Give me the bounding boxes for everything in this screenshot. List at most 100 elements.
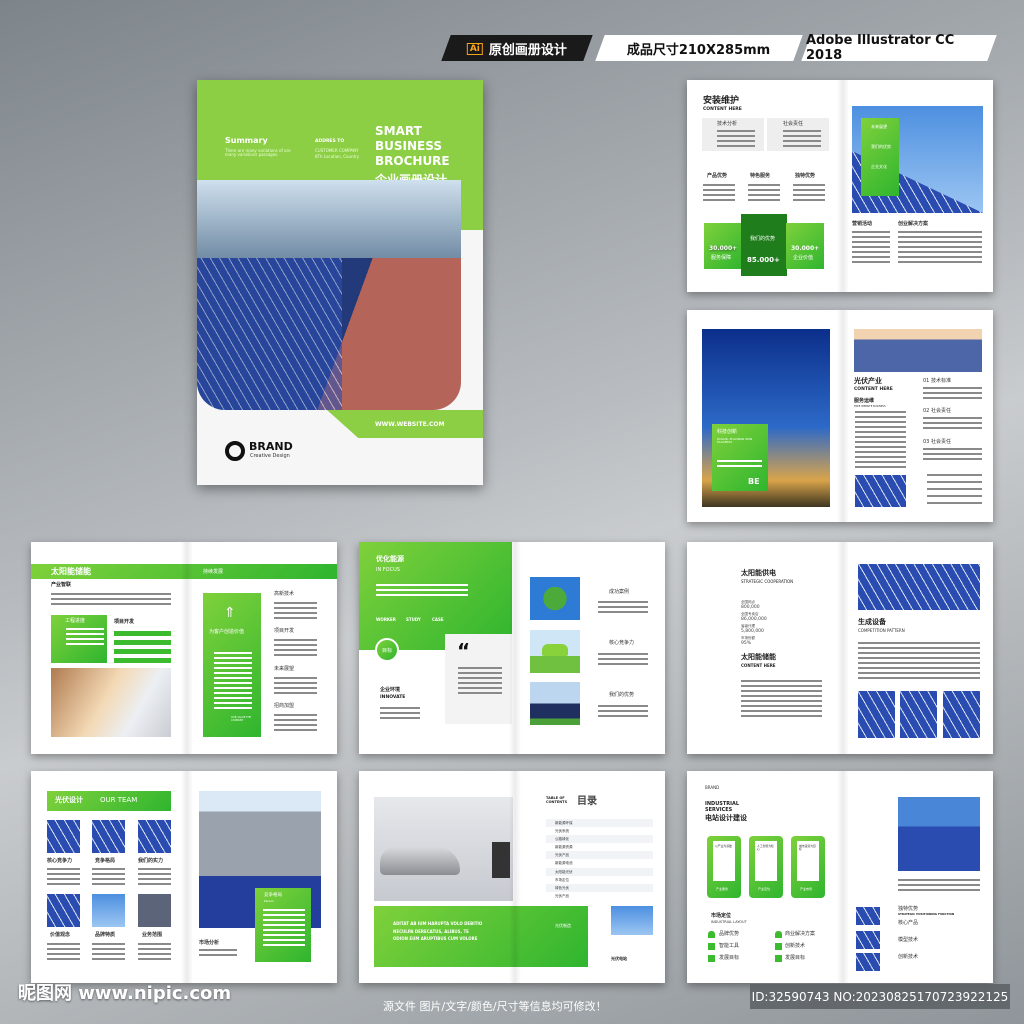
feature-label: 特色服务: [750, 173, 771, 179]
spread-title-cn: 电站设计建设: [705, 814, 747, 822]
banner-subtitle: OUR TEAM: [100, 796, 138, 804]
stat-label: 我们的优势: [750, 236, 776, 242]
solar-snow-photo: [858, 564, 980, 610]
layout-item: 发展目标: [785, 955, 806, 961]
size-tag: 成品尺寸210X285mm: [595, 35, 803, 61]
station-photo: [611, 906, 653, 935]
goal-circle: 目标: [375, 638, 399, 662]
team-label: 竞争格局: [95, 858, 116, 864]
business-photo: [51, 668, 171, 737]
solar-photo: [900, 691, 937, 738]
card-subtitle: Person: [264, 899, 275, 903]
section-sub: INNOVATE: [380, 695, 406, 700]
spread-subtitle: CONTENT HERE: [703, 107, 742, 112]
spread-title-en: INDUSTRIAL SERVICES: [705, 801, 740, 813]
stat-value: 85.000+: [747, 256, 780, 264]
tab-label: STUDY: [406, 617, 421, 622]
toc-item[interactable]: 光伏系统: [546, 827, 653, 835]
layout-item: 商业解决方案: [785, 931, 816, 937]
team-photo: [138, 894, 171, 927]
toc-item[interactable]: 绿色光伏: [546, 883, 653, 892]
layout-item: 品牌优势: [719, 931, 740, 937]
section-subtitle: STRATEGIC POSITIONING FUNCTION: [898, 912, 955, 916]
thumb-photo: [856, 931, 880, 949]
section-title: 产业智联: [51, 582, 72, 588]
toc-item[interactable]: 公路绿化: [546, 835, 653, 844]
stat-label: 服务保障: [711, 255, 732, 261]
list-title: 我们的优势: [609, 692, 635, 698]
solar-photo: [858, 691, 895, 738]
electric-car-photo: [374, 797, 513, 901]
spread-subtitle: STRATEGIC COOPERATION: [741, 579, 794, 584]
spread-energy-focus: 优化能源 IN FOCUS WORKER STUDY CASE 目标 “ 企业环…: [359, 542, 665, 754]
section-subtitle: COMPETITION PATTERN: [858, 628, 905, 633]
toc-item[interactable]: 新能源资源: [546, 843, 653, 851]
address-line: 8Th Location, Country: [315, 154, 360, 159]
team-label: 我们的实力: [138, 858, 164, 864]
card-foot: 产业服务: [716, 887, 729, 891]
list-title: 高新技术: [274, 591, 295, 597]
size-label: 成品尺寸210X285mm: [627, 42, 771, 58]
overlay-item: 企业文化: [871, 164, 887, 169]
section-title: 企业环境: [380, 687, 401, 693]
toc-item[interactable]: 太阳能光伏: [546, 867, 653, 876]
list-title: 招商加盟: [274, 703, 295, 709]
solar-photo: [943, 691, 980, 738]
section-title: 项目开发: [114, 619, 135, 625]
solar-sky-photo: [898, 797, 980, 871]
summary-title: Summary: [225, 136, 268, 145]
solar-panel-photo: [855, 475, 906, 507]
overlay-item: 未来展望: [871, 124, 887, 129]
stat-label: 企业价值: [793, 255, 814, 261]
numbered-item: 03 社会责任: [923, 439, 951, 445]
stat-value: 30.000+: [791, 245, 820, 252]
brand-name: BRAND: [249, 440, 293, 453]
software-label: Adobe Illustrator CC 2018: [806, 33, 955, 63]
toc-item[interactable]: 新能源环保: [546, 819, 653, 828]
card-label: 社会责任: [783, 121, 804, 127]
illustrator-icon: Ai: [466, 42, 484, 54]
list-title: 项目开发: [274, 628, 295, 634]
stat-value: 30.000+: [709, 245, 738, 252]
website-link[interactable]: WWW.WEBSITE.COM: [375, 421, 444, 429]
spread-title: 光伏产业: [854, 377, 882, 385]
design-label: 原创画册设计: [489, 42, 568, 58]
quote-icon: “: [457, 639, 471, 663]
team-label: 核心竞争力: [47, 858, 73, 864]
brand-mini: BRAND: [705, 785, 720, 790]
spread-contents: ADITAT AB IUM HARUPTA VOLO DEBITIO NECUL…: [359, 771, 665, 983]
spread-maintenance: 安装维护 CONTENT HERE 技术分析 社会责任 产品优势 特色服务 独特…: [687, 80, 993, 292]
toc-title-en: TABLE OF CONTENTS: [546, 796, 568, 804]
image-id: ID:32590743 NO:20230825170723922125: [750, 984, 1010, 1009]
layout-item: 发展目标: [719, 955, 740, 961]
team-label: 品牌特质: [95, 932, 116, 938]
spread-solar-storage: 太阳能储能 持续发展 产业智联 工程进度 项目开发 ⇑ 为客户创造价值 OUR …: [31, 542, 337, 754]
brochure-cover: Summary There are many variations of are…: [197, 80, 483, 485]
row-title: 创新技术: [898, 954, 919, 960]
side-label: 光伏制造: [555, 923, 571, 928]
banner-title: 光伏设计: [55, 796, 83, 804]
brand-sub: Creative Design: [250, 453, 290, 459]
rocket-icon: ⇑: [224, 605, 236, 621]
toc-item[interactable]: 市场定位: [546, 876, 653, 884]
spread-title: 优化能源: [376, 555, 404, 563]
team-photo: [47, 820, 80, 853]
electric-car-photo: [530, 630, 580, 673]
section-subtitle: INDUSTRIAL LAYOUT: [711, 920, 747, 924]
section-title: 服务运维: [854, 398, 875, 404]
nipic-watermark: 昵图网 www.nipic.com: [18, 983, 232, 1004]
toc-title-cn: 目录: [577, 796, 597, 807]
section-subtitle: CONTENT HERE: [741, 663, 776, 668]
section-title: 生成设备: [858, 618, 886, 626]
toc-item[interactable]: 光伏产品: [546, 851, 653, 860]
solar-roof-photo: [197, 258, 461, 410]
section-title: 市场定位: [711, 913, 732, 919]
toc-item[interactable]: 新能源电池: [546, 859, 653, 867]
row-title: 模型技术: [898, 937, 919, 943]
tab-label: WORKER: [376, 617, 396, 622]
banner-title: 太阳能储能: [51, 567, 91, 576]
toc-item[interactable]: 光伏产品: [546, 892, 653, 900]
address-line: CUSTOMER COMPANY: [315, 148, 359, 153]
box-badge: BE: [748, 477, 760, 486]
toc-list: 新能源环保 光伏系统 公路绿化 新能源资源 光伏产品 新能源电池 太阳能光伏 市…: [546, 819, 653, 900]
